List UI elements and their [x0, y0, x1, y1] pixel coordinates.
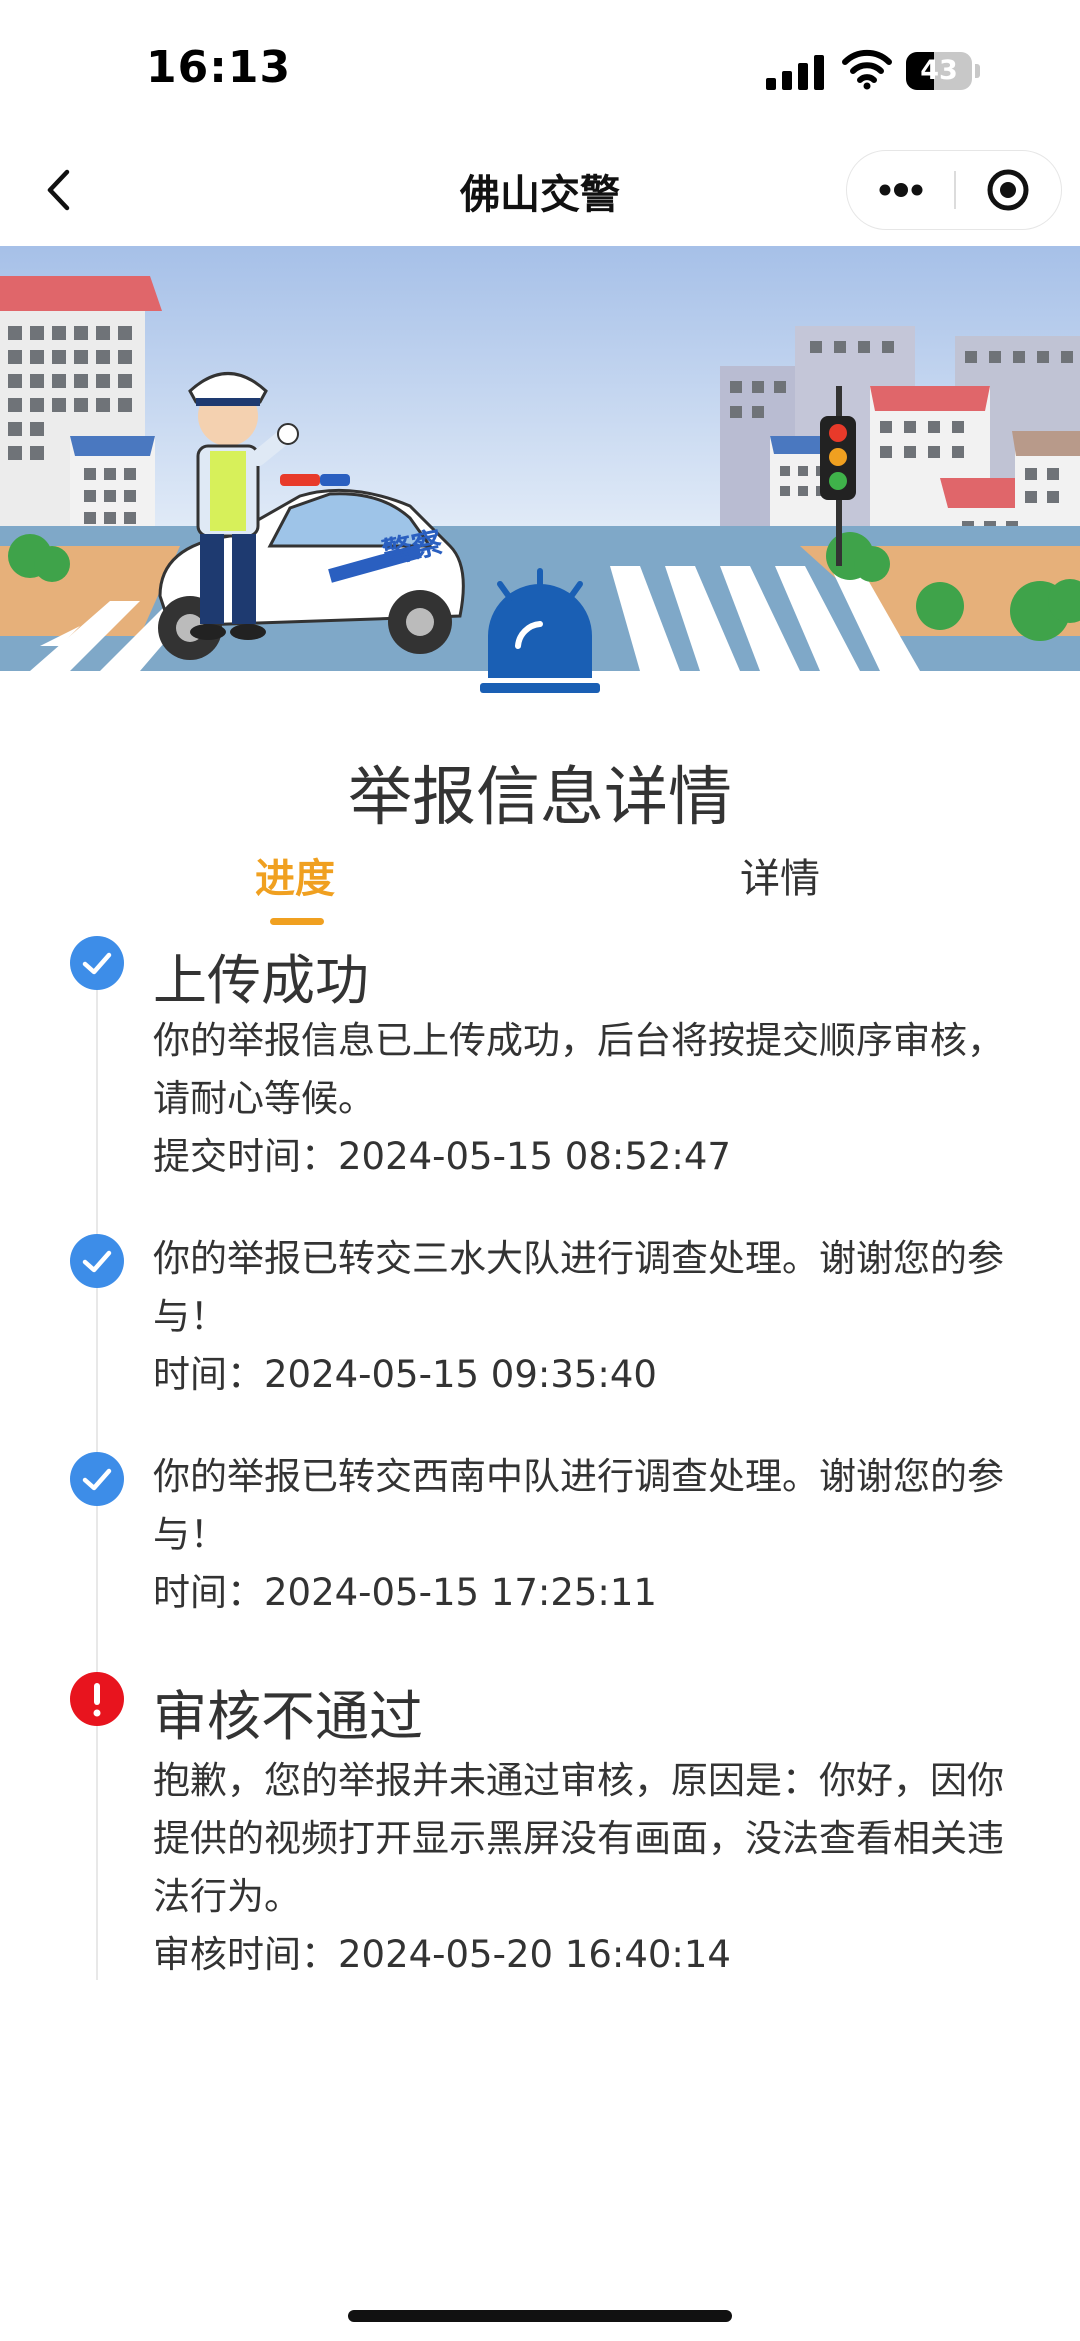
- timeline-text: 你的举报信息已上传成功，后台将按提交顺序审核，请耐心等候。: [153, 1019, 1004, 1120]
- timeline-time: 时间：2024-05-15 09:35:40: [153, 1353, 657, 1396]
- active-tab-indicator: [270, 918, 324, 925]
- status-time: 16:13: [146, 42, 292, 93]
- status-bar: 16:13 43: [0, 0, 1080, 140]
- page-title: 举报信息详情: [348, 761, 732, 835]
- check-circle-icon: [70, 936, 124, 990]
- timeline-heading: 审核不通过: [153, 1685, 423, 1748]
- cellular-signal-icon: [766, 54, 824, 90]
- tab-progress[interactable]: 进度: [240, 846, 350, 904]
- nav-bar: 佛山交警: [0, 140, 1080, 246]
- tab-details[interactable]: 详情: [720, 846, 840, 904]
- timeline-text: 抱歉，您的举报并未通过审核，原因是：你好，因你提供的视频打开显示黑屏没有画面，没…: [153, 1759, 1004, 1918]
- check-circle-icon: [70, 1452, 124, 1506]
- back-arrow-icon[interactable]: [30, 160, 90, 220]
- battery-icon: 43: [906, 52, 980, 90]
- timeline-text: 你的举报已转交西南中队进行调查处理。谢谢您的参与！: [153, 1455, 1004, 1556]
- timeline-time: 审核时间：2024-05-20 16:40:14: [153, 1933, 731, 1976]
- timeline-heading: 上传成功: [153, 949, 369, 1012]
- battery-level: 43: [920, 55, 958, 86]
- more-options-icon[interactable]: [847, 151, 954, 228]
- timeline-time: 时间：2024-05-15 17:25:11: [153, 1571, 657, 1614]
- timeline-text: 你的举报已转交三水大队进行调查处理。谢谢您的参与！: [153, 1237, 1004, 1338]
- error-exclamation-icon: [70, 1672, 124, 1726]
- close-miniprogram-icon[interactable]: [955, 151, 1062, 228]
- banner-illustration: 警察: [0, 246, 1080, 710]
- wifi-icon: [842, 49, 892, 90]
- home-indicator: [348, 2310, 732, 2322]
- timeline-time: 提交时间：2024-05-15 08:52:47: [153, 1135, 731, 1178]
- check-circle-icon: [70, 1234, 124, 1288]
- mini-program-capsule: [846, 150, 1062, 230]
- nav-title: 佛山交警: [460, 172, 620, 218]
